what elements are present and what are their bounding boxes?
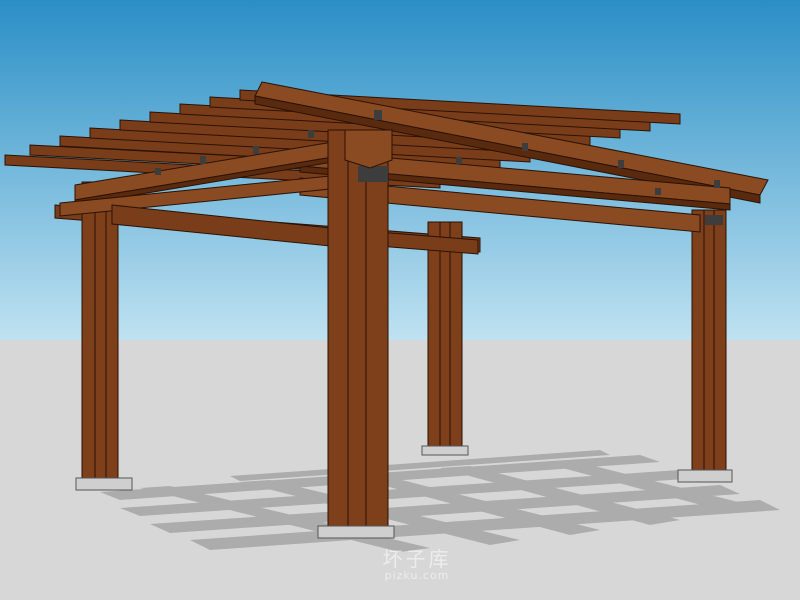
back-right-post <box>421 221 469 456</box>
center-base-plate <box>317 525 395 539</box>
pergola-scene <box>0 0 800 600</box>
front-center-post <box>317 129 395 539</box>
center-bracket <box>358 166 388 182</box>
